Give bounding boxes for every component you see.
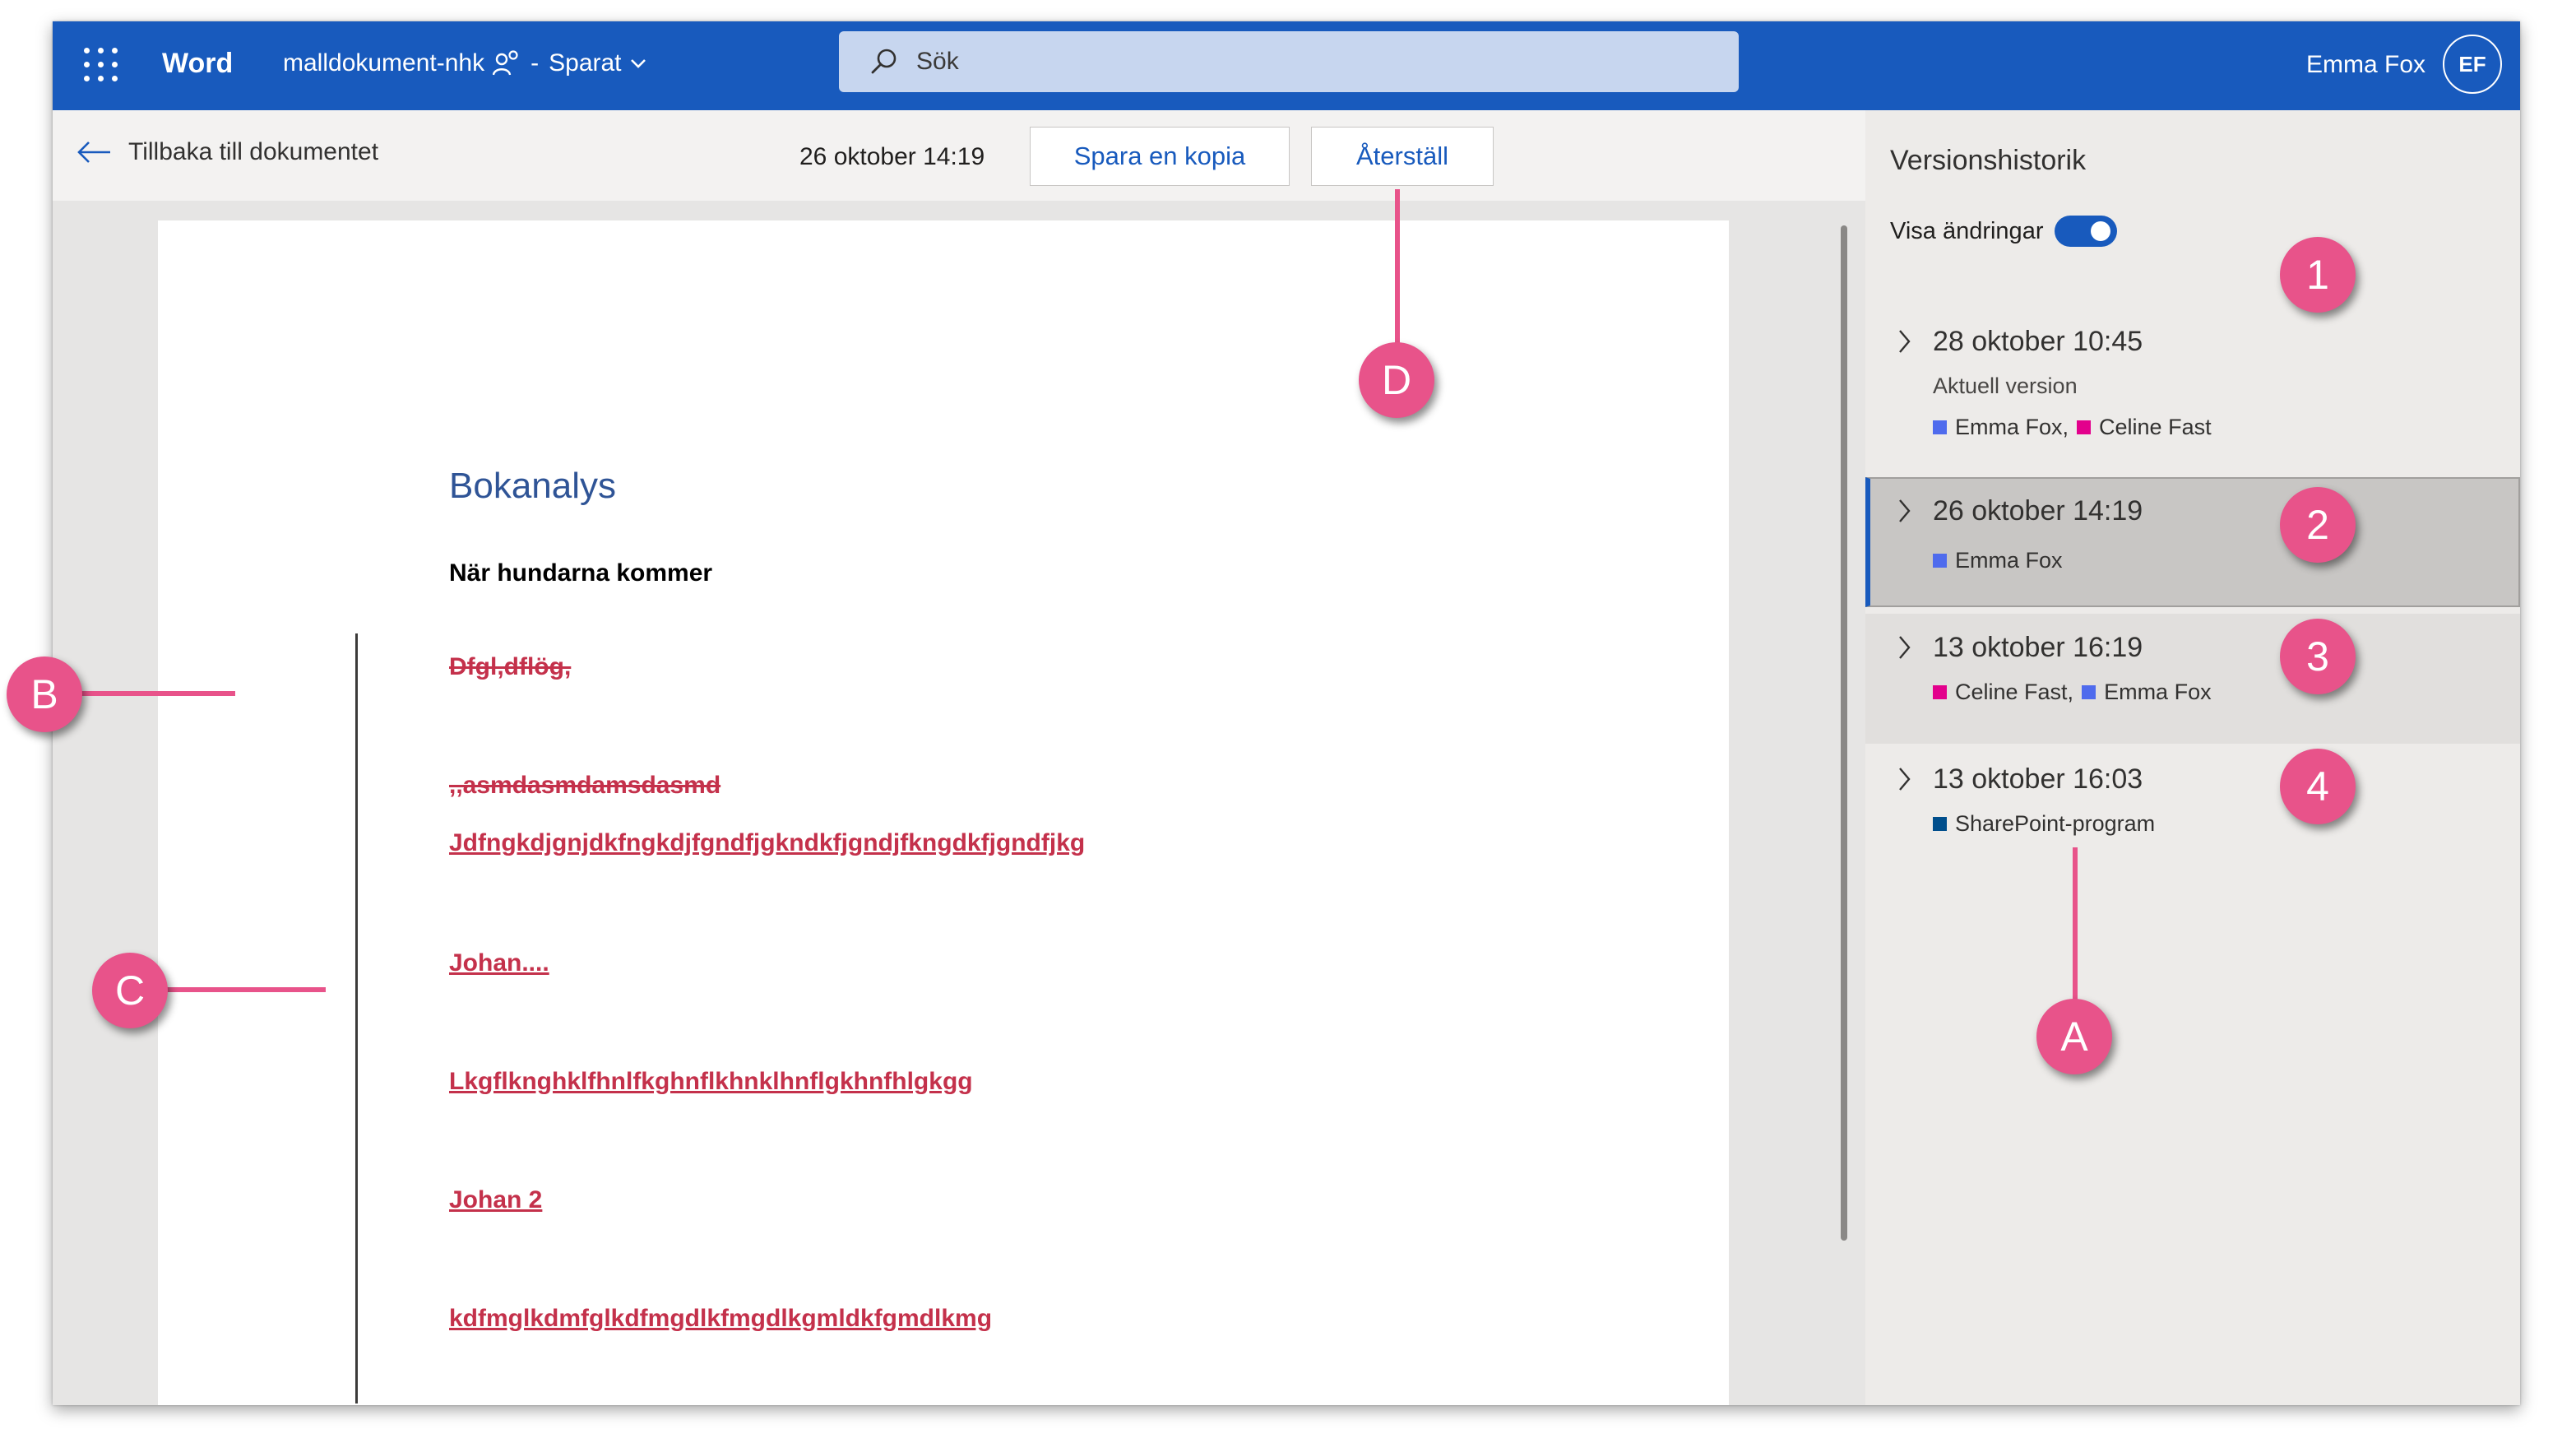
author-name: Celine Fast [2099, 415, 2212, 439]
back-label: Tillbaka till dokumentet [128, 138, 379, 165]
document-heading: Bokanalys [449, 466, 617, 506]
version-date: 13 oktober 16:19 [1933, 632, 2143, 663]
change-bar [355, 633, 358, 1403]
version-subtitle: Aktuell version [1933, 373, 2078, 398]
deleted-text-line: Dfgl,dflög, [449, 653, 572, 680]
version-authors: Emma Fox, Celine Fast [1933, 415, 2212, 440]
version-date: 28 oktober 10:45 [1933, 326, 2143, 357]
search-icon [871, 49, 897, 74]
version-authors: Emma Fox [1933, 548, 2063, 573]
document-name-menu[interactable]: malldokument-nhk - Sparat [283, 49, 646, 77]
author-color-marker [1933, 420, 1947, 434]
current-version-date: 26 oktober 14:19 [799, 143, 985, 170]
title-separator: - [530, 49, 540, 77]
chevron-right-icon [1899, 330, 1911, 353]
callout-3: 3 [2280, 619, 2356, 694]
shared-people-icon [493, 50, 518, 76]
callout-c-line [156, 987, 326, 992]
author-name: SharePoint-program [1955, 811, 2156, 836]
restore-button[interactable]: Återställ [1311, 127, 1494, 186]
callout-a-line [2073, 847, 2078, 1012]
inserted-text-line: Johan.... [449, 949, 549, 977]
user-name[interactable]: Emma Fox [2306, 51, 2425, 79]
author-name: Emma Fox, [1955, 415, 2069, 439]
callout-d-line [1395, 189, 1400, 354]
callout-2: 2 [2280, 487, 2356, 563]
chevron-right-icon [1899, 499, 1911, 522]
version-authors: SharePoint-program [1933, 811, 2155, 837]
show-changes-label: Visa ändringar [1890, 217, 2044, 244]
version-item[interactable]: 13 oktober 16:19 Celine Fast, Emma Fox [1865, 614, 2520, 744]
inserted-text-line: Lkgflknghklfhnlfkghnflkhnklhnflgkhnfhlgk… [449, 1068, 973, 1095]
arrow-left-icon [77, 142, 110, 163]
deleted-text-line: ,,asmdasmdamsdasmd [449, 772, 721, 799]
search-box[interactable] [839, 31, 1739, 92]
app-launcher-icon[interactable] [84, 48, 118, 82]
back-to-document-link[interactable]: Tillbaka till dokumentet [76, 138, 378, 166]
version-authors: Celine Fast, Emma Fox [1933, 680, 2212, 705]
document-name: malldokument-nhk [283, 49, 485, 77]
save-copy-button[interactable]: Spara en kopia [1030, 127, 1290, 186]
title-bar: Word malldokument-nhk - Sparat Emma Fox … [53, 21, 2520, 110]
chevron-down-icon [630, 59, 646, 68]
author-color-marker [1933, 685, 1947, 699]
command-bar: Tillbaka till dokumentet 26 oktober 14:1… [53, 110, 1865, 201]
callout-b-line [74, 691, 235, 696]
callout-d: D [1359, 342, 1434, 418]
avatar[interactable]: EF [2443, 35, 2502, 94]
app-name[interactable]: Word [162, 48, 233, 80]
version-date: 26 oktober 14:19 [1933, 495, 2143, 527]
author-color-marker [1933, 817, 1947, 831]
inserted-text-line: Jdfngkdjgnjdkfngkdjfgndfjgkndkfjgndjfkng… [449, 829, 1086, 856]
author-name: Emma Fox [2104, 680, 2212, 704]
author-color-marker [1933, 554, 1947, 568]
version-history-panel: Versionshistorik Visa ändringar 28 oktob… [1865, 110, 2520, 1405]
document-subheading: När hundarna kommer [449, 559, 713, 587]
callout-c: C [92, 953, 168, 1028]
author-color-marker [2082, 685, 2096, 699]
author-name: Emma Fox [1955, 548, 2063, 573]
callout-a: A [2036, 999, 2112, 1074]
show-changes-row: Visa ändringar [1890, 216, 2118, 247]
callout-b: B [7, 657, 82, 732]
app-window: Word malldokument-nhk - Sparat Emma Fox … [53, 21, 2520, 1405]
inserted-text-line: kdfmglkdmfglkdfmgdlkfmgdlkgmldkfgmdlkmg [449, 1305, 993, 1332]
panel-title: Versionshistorik [1890, 145, 2087, 176]
callout-1: 1 [2280, 237, 2356, 313]
document-scrollbar[interactable] [1841, 225, 1847, 1241]
inserted-text-line: Johan 2 [449, 1186, 543, 1213]
show-changes-toggle[interactable] [2055, 216, 2118, 247]
author-name: Celine Fast, [1955, 680, 2074, 704]
version-item[interactable]: 13 oktober 16:03 SharePoint-program [1865, 745, 2520, 875]
version-date: 13 oktober 16:03 [1933, 763, 2143, 795]
chevron-right-icon [1899, 636, 1911, 659]
save-status: Sparat [549, 49, 622, 77]
version-item-selected[interactable]: 26 oktober 14:19 Emma Fox [1865, 477, 2520, 607]
version-item[interactable]: 28 oktober 10:45 Aktuell version Emma Fo… [1865, 308, 2520, 452]
author-color-marker [2077, 420, 2092, 434]
chevron-right-icon [1899, 768, 1911, 791]
document-page: Bokanalys När hundarna kommer Dfgl,dflög… [158, 220, 1729, 1405]
search-input[interactable] [915, 47, 1658, 77]
document-canvas: Bokanalys När hundarna kommer Dfgl,dflög… [53, 201, 1865, 1405]
callout-4: 4 [2280, 749, 2356, 824]
